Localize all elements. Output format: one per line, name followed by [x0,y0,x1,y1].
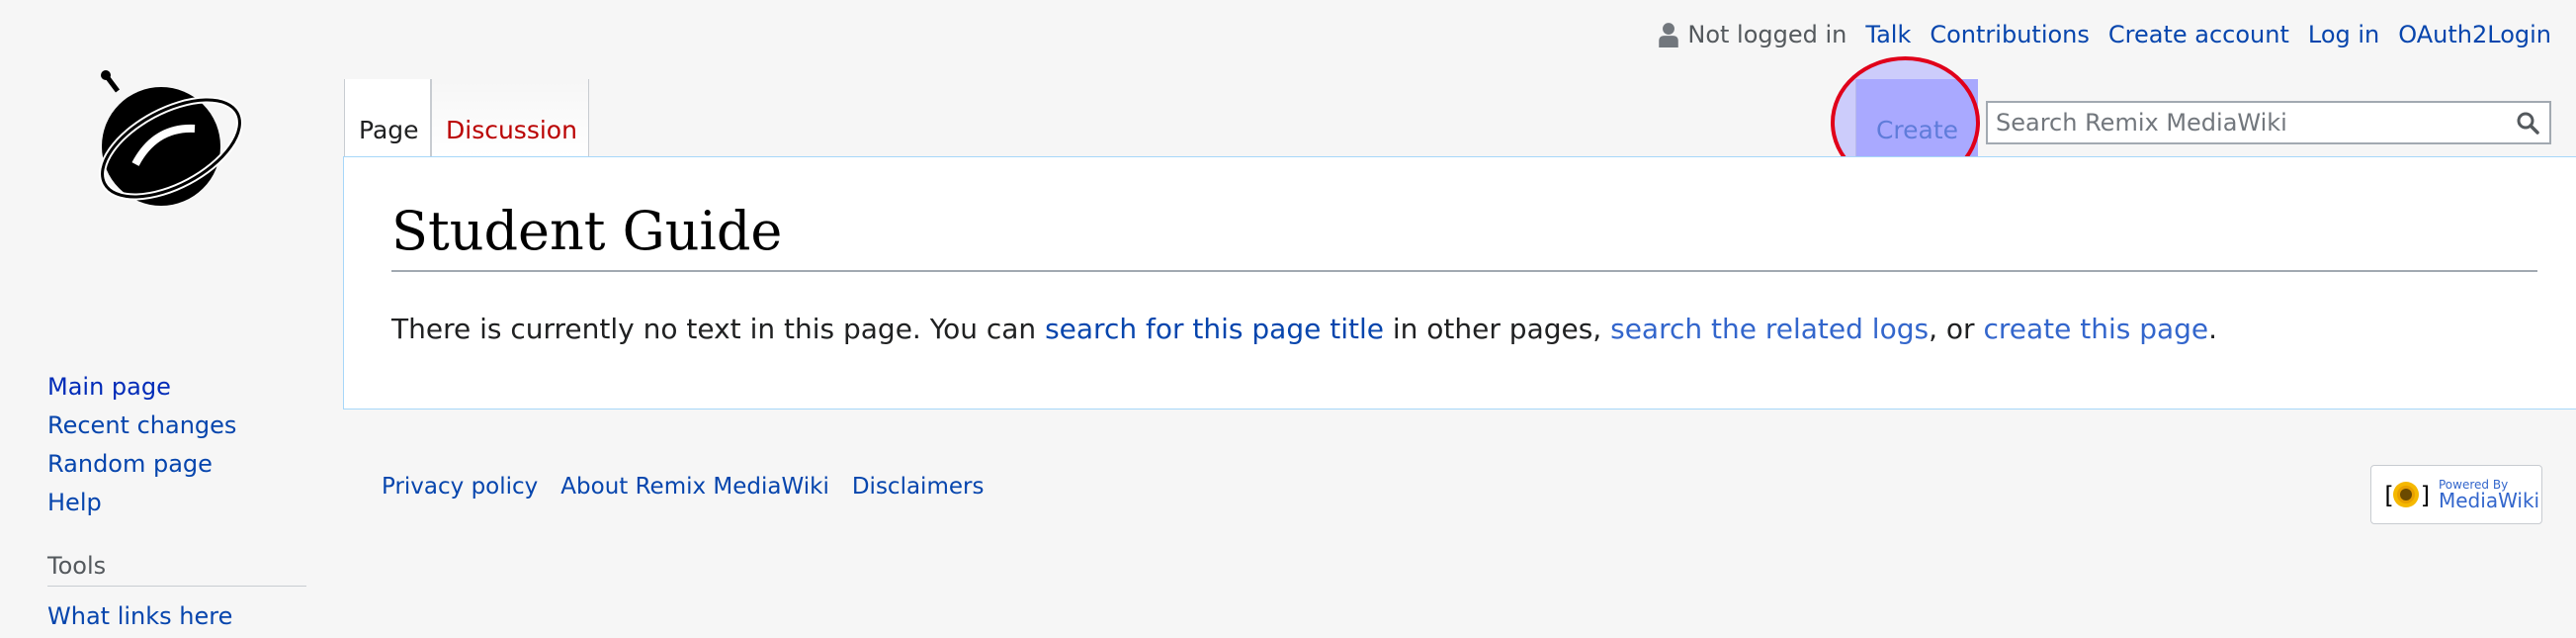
body-text-part-3: , or [1929,313,1984,345]
tab-discussion-label: Discussion [446,116,577,144]
sidebar-item-recent-changes[interactable]: Recent changes [47,407,306,445]
footer-links: Privacy policy About Remix MediaWiki Dis… [382,471,1006,502]
search-box [1986,101,2551,144]
create-account-link[interactable]: Create account [2108,19,2289,50]
search-icon [2517,112,2539,135]
oauth-login-link[interactable]: OAuth2Login [2398,19,2551,50]
search-button[interactable] [2506,103,2549,142]
not-logged-in-label: Not logged in [1687,21,1847,48]
personal-tools: Not logged in Talk Contributions Create … [1658,19,2551,50]
footer-about-link[interactable]: About Remix MediaWiki [560,471,829,502]
footer-privacy-policy-link[interactable]: Privacy policy [382,471,538,502]
page-title: Student Guide [391,199,2537,272]
user-icon [1659,23,1679,47]
talk-link[interactable]: Talk [1865,19,1911,50]
tab-page[interactable]: Page [344,79,431,156]
powered-by-mediawiki-badge[interactable]: [ ] Powered By MediaWiki [2370,465,2542,524]
search-related-logs-link[interactable]: search the related logs [1610,313,1929,345]
main-content: Student Guide There is currently no text… [343,156,2576,410]
search-input[interactable] [1988,103,2506,142]
contributions-link[interactable]: Contributions [1930,19,2090,50]
sidebar-item-random-page[interactable]: Random page [47,445,306,484]
search-page-title-link[interactable]: search for this page title [1045,313,1384,345]
log-in-link[interactable]: Log in [2308,19,2379,50]
tab-create-label: Create [1875,116,1959,144]
powered-by-big-text: MediaWiki [2439,489,2540,512]
tools-list: What links here [47,598,232,634]
sidebar-item-main-page[interactable]: Main page [47,368,306,407]
body-text-part-1: There is currently no text in this page.… [391,313,1046,345]
tab-create[interactable]: Create [1855,79,1978,156]
body-text-part-4: . [2208,313,2218,345]
tab-page-label: Page [359,116,419,144]
site-logo[interactable] [40,69,297,277]
sidebar-item-what-links-here[interactable]: What links here [47,602,232,630]
sidebar-navigation: Main page Recent changes Random page Hel… [47,368,306,522]
logo-icon [99,70,243,206]
svg-text:]: ] [2419,482,2431,509]
body-text-part-2: in other pages, [1383,313,1611,345]
anon-indicator: Not logged in [1658,19,1846,50]
mediawiki-flower-icon: [ ] [2381,482,2431,509]
page-body-text: There is currently no text in this page.… [391,310,2217,349]
create-this-page-link[interactable]: create this page [1983,313,2208,345]
footer-disclaimers-link[interactable]: Disclaimers [852,471,985,502]
sidebar-item-help[interactable]: Help [47,484,306,522]
tab-discussion[interactable]: Discussion [431,79,589,156]
tools-heading: Tools [47,552,306,587]
